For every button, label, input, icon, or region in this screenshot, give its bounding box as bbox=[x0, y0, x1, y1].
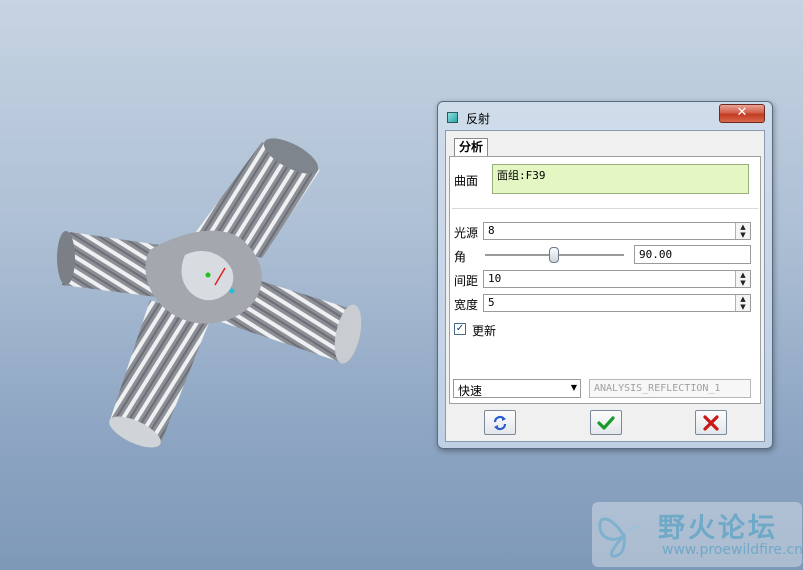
dialog-icon bbox=[447, 112, 458, 123]
width-value: 5 bbox=[488, 296, 495, 309]
watermark-title: 野火论坛 bbox=[658, 513, 778, 544]
update-checkbox[interactable]: ✓ bbox=[454, 323, 466, 335]
update-label: 更新 bbox=[472, 324, 497, 338]
mode-value: 快速 bbox=[458, 384, 483, 398]
spinner-arrows-icon[interactable]: ▲ ▼ bbox=[735, 295, 750, 311]
surface-value: 面组:F39 bbox=[497, 169, 546, 182]
analysis-name-value: ANALYSIS_REFLECTION_1 bbox=[594, 383, 721, 394]
mode-select[interactable]: 快速 ▼ bbox=[453, 379, 581, 398]
tab-analysis[interactable]: 分析 bbox=[454, 138, 489, 156]
width-spinner[interactable]: 5 ▲ ▼ bbox=[483, 294, 751, 312]
angle-input[interactable]: 90.00 bbox=[634, 245, 751, 264]
analysis-panel: 曲面 面组:F39 光源 8 ▲▼ 角 90.00 间距 10 ▲▼ 宽度 bbox=[449, 156, 761, 404]
cancel-icon bbox=[703, 415, 719, 431]
divider bbox=[452, 208, 758, 209]
spacing-spinner[interactable]: 10 ▲ ▼ bbox=[483, 270, 751, 288]
dialog-titlebar[interactable]: 反射 ✕ bbox=[438, 102, 772, 130]
chevron-down-icon: ▼ bbox=[570, 383, 577, 392]
cancel-button[interactable] bbox=[695, 410, 727, 435]
check-icon bbox=[597, 416, 615, 430]
surface-label: 曲面 bbox=[454, 174, 479, 188]
spacing-label: 间距 bbox=[454, 274, 479, 288]
analysis-name-field[interactable]: ANALYSIS_REFLECTION_1 bbox=[589, 379, 751, 398]
refresh-button[interactable] bbox=[484, 410, 516, 435]
surface-collector[interactable]: 面组:F39 bbox=[492, 164, 749, 194]
spinner-arrows-icon[interactable]: ▲ ▼ bbox=[735, 223, 750, 239]
angle-value: 90.00 bbox=[639, 248, 673, 261]
angle-label: 角 bbox=[454, 250, 467, 264]
confirm-button[interactable] bbox=[590, 410, 622, 435]
light-spinner[interactable]: 8 ▲ ▼ bbox=[483, 222, 751, 240]
butterfly-logo-icon bbox=[598, 517, 641, 558]
light-value: 8 bbox=[488, 224, 495, 237]
spinner-arrows-icon[interactable]: ▲ ▼ bbox=[735, 271, 750, 287]
angle-slider-thumb[interactable] bbox=[549, 247, 559, 263]
refresh-icon bbox=[493, 415, 507, 431]
dialog-client: 分析 曲面 面组:F39 光源 8 ▲▼ 角 90.00 间距 10 ▲▼ bbox=[445, 130, 765, 442]
spacing-value: 10 bbox=[488, 272, 502, 285]
watermark-url: www.proewildfire.cn bbox=[662, 542, 803, 558]
reflection-dialog: 反射 ✕ 分析 曲面 面组:F39 光源 8 ▲ ▼ 角 90.00 间距 10… bbox=[437, 101, 773, 449]
width-label: 宽度 bbox=[454, 298, 479, 312]
dialog-title: 反射 bbox=[466, 112, 491, 126]
close-button[interactable]: ✕ bbox=[719, 104, 765, 123]
close-icon: ✕ bbox=[736, 105, 748, 120]
watermark: 野火论坛 www.proewildfire.cn bbox=[592, 502, 803, 567]
light-label: 光源 bbox=[454, 226, 479, 240]
